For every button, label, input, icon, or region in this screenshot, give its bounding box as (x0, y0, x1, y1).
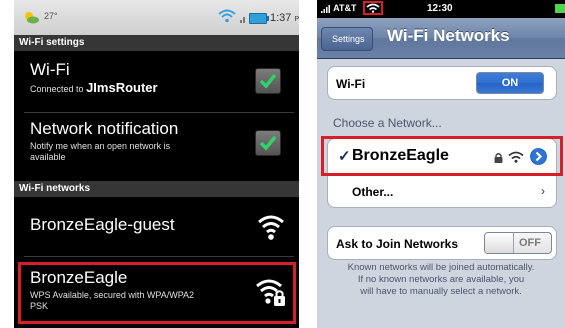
battery-icon (249, 13, 269, 24)
ask-to-join-group: Ask to Join Networks OFF (327, 226, 557, 260)
settings-back-button[interactable]: Settings (321, 27, 373, 51)
footer-line: Known networks will be joined automatica… (347, 262, 535, 273)
section-header-wifi-settings: Wi-Fi settings (14, 35, 299, 51)
other-network-item[interactable]: Other... › (328, 176, 556, 208)
android-status-bar: 27° 1:37 PM (14, 0, 299, 35)
auto-join-footer: Known networks will be joined automatica… (323, 262, 559, 298)
ask-to-join-label: Ask to Join Networks (336, 237, 459, 251)
ios-wifi-networks: AT&T 12:30 Settings Wi-Fi Networks Wi-Fi… (317, 0, 565, 328)
chevron-right-icon: › (541, 184, 545, 198)
toggle-state: OFF (519, 237, 541, 249)
footer-line: will have to manually select a network. (360, 286, 522, 297)
divider (24, 112, 294, 113)
ask-to-join-toggle[interactable]: OFF (484, 232, 552, 254)
wifi-toggle[interactable]: ON (476, 72, 544, 94)
signal-icon (240, 17, 245, 23)
ios-status-bar: AT&T 12:30 (317, 0, 565, 18)
divider (24, 256, 294, 257)
status-time: 12:30 (427, 3, 453, 14)
wifi-status-icon (366, 3, 380, 13)
navigation-bar: Settings Wi-Fi Networks (317, 18, 565, 59)
checkmark-icon (259, 73, 277, 89)
wifi-status-icon (218, 9, 236, 23)
android-wifi-settings: 27° 1:37 PM Wi-Fi settings Wi-Fi Connect… (14, 0, 299, 328)
highlight-box (18, 262, 296, 324)
toggle-knob (485, 233, 514, 253)
highlight-box (321, 136, 563, 176)
footer-line: If no known networks are available, you (357, 274, 525, 285)
wifi-group: Wi-Fi ON (327, 66, 557, 100)
wifi-signal-icon (258, 215, 284, 240)
checkmark-icon (259, 135, 277, 151)
network-notification-checkbox[interactable] (255, 130, 281, 156)
temperature: 27° (44, 11, 58, 21)
wifi-checkbox[interactable] (255, 68, 281, 94)
wifi-status-highlight (363, 1, 383, 15)
page-title: Wi-Fi Networks (387, 26, 510, 45)
other-label: Other... (352, 185, 394, 199)
signal-icon (321, 4, 330, 13)
battery-icon (555, 4, 565, 13)
section-header-wifi-networks: Wi-Fi networks (14, 181, 299, 197)
weather-icon (25, 12, 39, 24)
carrier-label: AT&T (321, 3, 357, 13)
choose-network-label: Choose a Network... (333, 116, 442, 130)
wifi-label: Wi-Fi (336, 77, 366, 91)
status-time: 1:37 PM (270, 12, 299, 24)
